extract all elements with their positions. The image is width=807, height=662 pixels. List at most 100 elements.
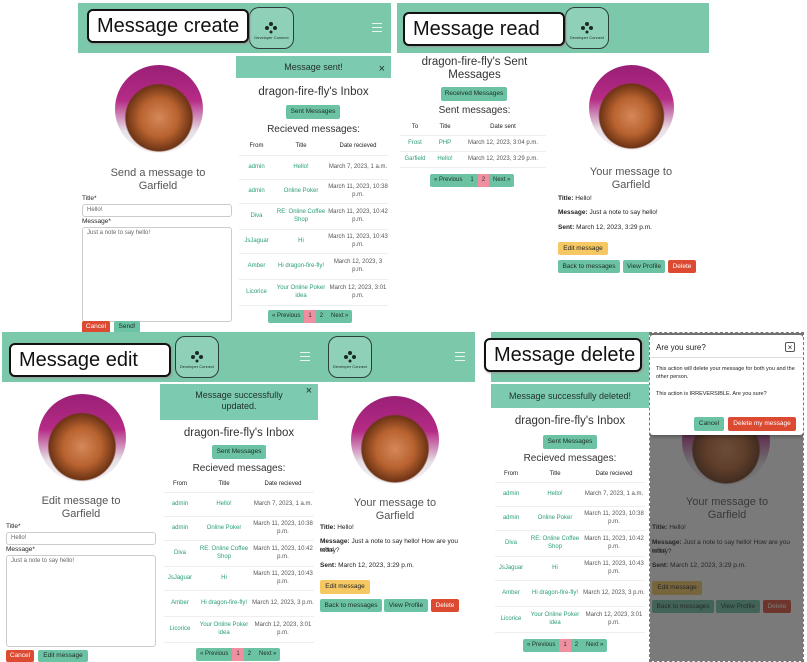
cell-title[interactable]: Hi dragon-fire-fly! bbox=[527, 580, 583, 607]
delete-button[interactable]: Delete bbox=[668, 260, 696, 273]
cell-title[interactable]: RE: Online Coffee Shop bbox=[196, 540, 252, 567]
cell-title[interactable]: Online Poker bbox=[527, 506, 583, 531]
message-textarea[interactable]: Just a note to say hello! bbox=[82, 227, 232, 322]
close-icon[interactable]: × bbox=[785, 342, 795, 352]
next-button[interactable]: Next » bbox=[255, 648, 281, 661]
table-row[interactable]: Amber Hi dragon-fire-fly! March 12, 2023, … bbox=[495, 580, 645, 607]
delete-button[interactable]: Delete bbox=[431, 599, 459, 612]
table-row[interactable]: Frost PHP March 12, 2023, 3:04 p.m. bbox=[400, 135, 546, 152]
page-1[interactable]: 1 bbox=[304, 310, 316, 323]
table-row[interactable]: admin Hello! March 7, 2023, 1 a.m. bbox=[164, 492, 314, 517]
cell-from[interactable]: Licorice bbox=[239, 279, 274, 306]
cell-title[interactable]: Online Poker bbox=[196, 516, 252, 541]
modal-cancel-button[interactable]: Cancel bbox=[694, 417, 724, 431]
table-row[interactable]: admin Hello! March 7, 2023, 1 a.m. bbox=[239, 155, 388, 180]
cell-from[interactable]: admin bbox=[495, 506, 527, 531]
cell-title[interactable]: Hello! bbox=[274, 155, 328, 180]
page-2[interactable]: 2 bbox=[243, 648, 256, 661]
title-input[interactable]: Hello! bbox=[82, 204, 232, 217]
menu-icon[interactable] bbox=[372, 23, 382, 32]
cell-title[interactable]: RE: Online Coffee Shop bbox=[527, 530, 583, 557]
logo-icon[interactable]: Developer Connect bbox=[175, 336, 219, 378]
logo-icon[interactable]: Developer Connect bbox=[565, 7, 609, 49]
next-button[interactable]: Next » bbox=[327, 310, 353, 323]
cell-title[interactable]: RE: Online Coffee Shop bbox=[274, 203, 328, 230]
close-icon[interactable]: × bbox=[379, 58, 385, 80]
cell-from[interactable]: Amber bbox=[164, 590, 196, 617]
cell-from[interactable]: admin bbox=[164, 492, 196, 517]
table-row[interactable]: JsJaguar Hi March 11, 2023, 10:43 p.m. bbox=[239, 229, 388, 254]
cell-from[interactable]: admin bbox=[239, 179, 274, 204]
prev-button[interactable]: « Previous bbox=[196, 648, 233, 661]
logo-icon[interactable]: Developer Connect bbox=[249, 7, 294, 49]
sent-messages-button[interactable]: Sent Messages bbox=[543, 435, 597, 449]
table-row[interactable]: Licorice Your Online Poker idea March 12, … bbox=[239, 279, 388, 306]
table-row[interactable]: Licorice Your Online Poker idea March 12, … bbox=[495, 606, 645, 633]
next-button[interactable]: Next » bbox=[582, 639, 608, 652]
edit-message-button[interactable]: Edit message bbox=[558, 242, 608, 255]
cell-title[interactable]: Hi bbox=[527, 556, 583, 581]
table-row[interactable]: Amber Hi dragon-fire-fly! March 12, 2023, … bbox=[164, 590, 314, 617]
menu-icon[interactable] bbox=[300, 352, 310, 361]
message-textarea[interactable]: Just a note to say hello! bbox=[6, 555, 156, 647]
back-to-messages-button[interactable]: Back to messages bbox=[558, 260, 620, 273]
cell-to[interactable]: Frost bbox=[400, 135, 430, 152]
table-row[interactable]: Amber Hi dragon-fire-fly! March 12, 2023, … bbox=[239, 253, 388, 280]
table-row[interactable]: JsJaguar Hi March 11, 2023, 10:43 p.m. bbox=[495, 556, 645, 581]
next-button[interactable]: Next » bbox=[489, 174, 515, 187]
table-row[interactable]: Garfield Hello! March 12, 2023, 3:29 p.m. bbox=[400, 151, 546, 168]
cell-title[interactable]: Hi bbox=[274, 229, 328, 254]
cell-from[interactable]: admin bbox=[495, 482, 527, 507]
prev-button[interactable]: « Previous bbox=[268, 310, 305, 323]
logo-icon[interactable]: Developer Connect bbox=[328, 336, 372, 378]
page-1[interactable]: 1 bbox=[559, 639, 571, 652]
view-profile-button[interactable]: View Profile bbox=[623, 260, 665, 273]
cell-title[interactable]: Hello! bbox=[430, 151, 460, 168]
page-1[interactable]: 1 bbox=[466, 174, 478, 187]
table-row[interactable]: admin Hello! March 7, 2023, 1 a.m. bbox=[495, 482, 645, 507]
sent-messages-button[interactable]: Sent Messages bbox=[212, 445, 266, 459]
cell-title[interactable]: Hi dragon-fire-fly! bbox=[274, 253, 328, 280]
view-profile-button[interactable]: View Profile bbox=[384, 599, 428, 612]
cell-title[interactable]: Your Online Poker idea bbox=[527, 606, 583, 633]
cell-from[interactable]: JsJaguar bbox=[239, 229, 274, 254]
table-row[interactable]: admin Online Poker March 11, 2023, 10:38 p… bbox=[239, 179, 388, 204]
cell-title[interactable]: Hi bbox=[196, 566, 252, 591]
table-row[interactable]: Diva RE: Online Coffee Shop March 11, 2023… bbox=[164, 540, 314, 567]
prev-button[interactable]: « Previous bbox=[523, 639, 560, 652]
table-row[interactable]: Diva RE: Online Coffee Shop March 11, 2023… bbox=[495, 530, 645, 557]
page-2[interactable]: 2 bbox=[477, 174, 490, 187]
cell-to[interactable]: Garfield bbox=[400, 151, 430, 168]
cell-title[interactable]: PHP bbox=[430, 135, 460, 152]
cell-title[interactable]: Hello! bbox=[196, 492, 252, 517]
sent-messages-button[interactable]: Sent Messages bbox=[286, 105, 340, 119]
cell-title[interactable]: Online Poker bbox=[274, 179, 328, 204]
cell-from[interactable]: Licorice bbox=[495, 606, 527, 633]
received-messages-button[interactable]: Received Messages bbox=[441, 87, 507, 101]
cell-from[interactable]: Diva bbox=[495, 530, 527, 557]
cell-from[interactable]: JsJaguar bbox=[164, 566, 196, 591]
cell-from[interactable]: Amber bbox=[239, 253, 274, 280]
cell-from[interactable]: Amber bbox=[495, 580, 527, 607]
menu-icon[interactable] bbox=[455, 352, 465, 361]
page-2[interactable]: 2 bbox=[315, 310, 328, 323]
cell-from[interactable]: admin bbox=[164, 516, 196, 541]
edit-message-button[interactable]: Edit message bbox=[320, 580, 370, 594]
table-row[interactable]: admin Online Poker March 11, 2023, 10:38 p… bbox=[495, 506, 645, 531]
cancel-button[interactable]: Cancel bbox=[6, 650, 34, 662]
cell-from[interactable]: Diva bbox=[239, 203, 274, 230]
edit-message-button[interactable]: Edit message bbox=[38, 650, 88, 662]
table-row[interactable]: admin Online Poker March 11, 2023, 10:38 p… bbox=[164, 516, 314, 541]
cell-from[interactable]: Licorice bbox=[164, 616, 196, 643]
prev-button[interactable]: « Previous bbox=[430, 174, 467, 187]
title-input[interactable]: Hello! bbox=[6, 532, 156, 545]
cell-from[interactable]: admin bbox=[239, 155, 274, 180]
close-icon[interactable]: × bbox=[306, 386, 312, 397]
cell-title[interactable]: Your Online Poker idea bbox=[196, 616, 252, 643]
cell-title[interactable]: Your Online Poker idea bbox=[274, 279, 328, 306]
page-2[interactable]: 2 bbox=[570, 639, 583, 652]
cell-from[interactable]: Diva bbox=[164, 540, 196, 567]
table-row[interactable]: Licorice Your Online Poker idea March 12, … bbox=[164, 616, 314, 643]
cell-from[interactable]: JsJaguar bbox=[495, 556, 527, 581]
confirm-delete-button[interactable]: Delete my message bbox=[728, 417, 796, 431]
